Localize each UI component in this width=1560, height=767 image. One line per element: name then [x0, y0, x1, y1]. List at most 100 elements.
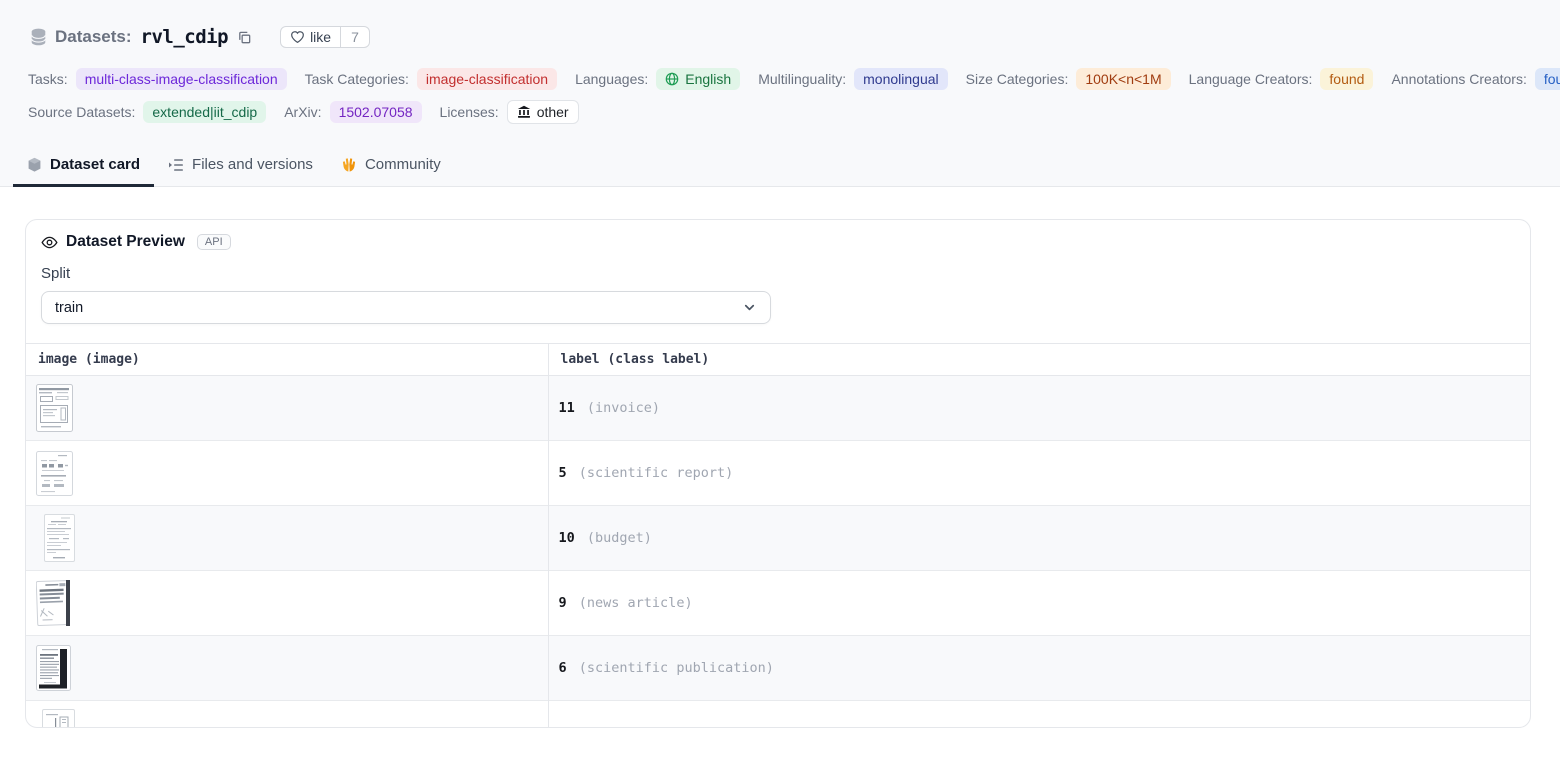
main-content: Dataset Preview API Split train image (i… — [0, 219, 1560, 728]
tag-pill-arxiv[interactable]: 1502.07058 — [330, 101, 422, 123]
tag-group-task-categories: Task Categories: image-classification — [305, 68, 557, 90]
eye-icon — [41, 235, 58, 250]
tag-group-multilinguality: Multilinguality: monolingual — [758, 68, 947, 90]
table-row: 11 (invoice) — [26, 376, 1530, 441]
community-hands-icon — [341, 157, 357, 173]
cube-icon — [27, 157, 42, 173]
table-header-row: image (image) label (class label) — [26, 344, 1530, 376]
label-cell: 10 (budget) — [548, 506, 1530, 571]
tag-group-licenses: Licenses: other — [440, 100, 579, 124]
table-row: 10 (budget) — [26, 506, 1530, 571]
label-class-name: (budget) — [587, 530, 652, 546]
tag-label-tasks: Tasks: — [28, 71, 68, 87]
label-value: 5 — [559, 465, 567, 481]
image-cell — [26, 701, 548, 729]
label-class-name: (scientific publication) — [579, 660, 774, 676]
tag-group-annotations-creators: Annotations Creators: found — [1391, 68, 1560, 90]
document-thumbnail-partial — [42, 709, 75, 728]
page-title: rvl_cdip — [141, 26, 229, 48]
tab-bar: Dataset card Files and versions Communit… — [0, 148, 1560, 187]
split-label: Split — [41, 265, 1515, 282]
tag-pill-tasks[interactable]: multi-class-image-classification — [76, 68, 287, 90]
tab-community-label: Community — [365, 156, 441, 173]
tab-dataset-card-label: Dataset card — [50, 156, 140, 173]
tag-pill-licenses[interactable]: other — [507, 100, 579, 124]
table-row: 6 (scientific publication) — [26, 636, 1530, 701]
column-header-label: label (class label) — [548, 344, 1530, 376]
api-badge[interactable]: API — [197, 234, 231, 250]
preview-title: Dataset Preview — [66, 233, 185, 251]
tag-pill-languages[interactable]: English — [656, 68, 740, 90]
tag-label-task-categories: Task Categories: — [305, 71, 409, 87]
column-header-image: image (image) — [26, 344, 548, 376]
like-button[interactable]: like — [281, 27, 340, 47]
table-row: 9 (news article) — [26, 571, 1530, 636]
label-class-name: (invoice) — [587, 400, 660, 416]
like-widget: like 7 — [280, 26, 370, 48]
tag-group-size-categories: Size Categories: 100K<n<1M — [966, 68, 1171, 90]
tag-group-language-creators: Language Creators: found — [1189, 68, 1374, 90]
label-value: 11 — [559, 400, 575, 416]
table-row: 5 (scientific report) — [26, 441, 1530, 506]
tab-files-and-versions-label: Files and versions — [192, 156, 313, 173]
tag-pill-languages-label: English — [685, 71, 731, 87]
tag-label-size-categories: Size Categories: — [966, 71, 1069, 87]
title-row: Datasets: rvl_cdip like 7 — [0, 26, 1560, 48]
tag-label-languages: Languages: — [575, 71, 648, 87]
chevron-down-icon — [742, 300, 757, 315]
tag-label-annotations-creators: Annotations Creators: — [1391, 71, 1526, 87]
tab-files-and-versions[interactable]: Files and versions — [154, 148, 327, 186]
card-head: Dataset Preview API Split train — [26, 220, 1530, 324]
dataset-preview-card: Dataset Preview API Split train image (i… — [25, 219, 1531, 728]
label-cell: 9 (news article) — [548, 571, 1530, 636]
tags-row-2: Source Datasets: extended|iit_cdip ArXiv… — [0, 100, 1560, 124]
page-header: Datasets: rvl_cdip like 7 Tasks: multi-c… — [0, 0, 1560, 187]
table-row — [26, 701, 1530, 729]
tab-community[interactable]: Community — [327, 148, 455, 186]
tag-label-source-datasets: Source Datasets: — [28, 104, 135, 120]
database-icon — [30, 28, 47, 46]
tag-group-source-datasets: Source Datasets: extended|iit_cdip — [28, 101, 266, 123]
tag-pill-language-creators[interactable]: found — [1320, 68, 1373, 90]
tag-pill-multilinguality[interactable]: monolingual — [854, 68, 948, 90]
label-value: 9 — [559, 595, 567, 611]
tags-row-1: Tasks: multi-class-image-classification … — [0, 68, 1560, 90]
document-thumbnail-news-article — [36, 580, 72, 626]
tag-group-tasks: Tasks: multi-class-image-classification — [28, 68, 287, 90]
tag-label-language-creators: Language Creators: — [1189, 71, 1313, 87]
label-cell — [548, 701, 1530, 729]
label-cell: 6 (scientific publication) — [548, 636, 1530, 701]
document-thumbnail-scientific-report — [36, 451, 73, 496]
tag-group-languages: Languages: English — [575, 68, 740, 90]
label-cell: 5 (scientific report) — [548, 441, 1530, 506]
label-cell: 11 (invoice) — [548, 376, 1530, 441]
tag-label-licenses: Licenses: — [440, 104, 499, 120]
label-value: 10 — [559, 530, 575, 546]
image-cell — [26, 441, 548, 506]
tag-group-arxiv: ArXiv: 1502.07058 — [284, 101, 421, 123]
image-cell — [26, 636, 548, 701]
image-cell — [26, 376, 548, 441]
tag-pill-source-datasets[interactable]: extended|iit_cdip — [143, 101, 266, 123]
tag-pill-size-categories[interactable]: 100K<n<1M — [1076, 68, 1170, 90]
files-versions-icon — [168, 158, 184, 172]
tag-pill-annotations-creators[interactable]: found — [1535, 68, 1560, 90]
label-class-name: (news article) — [579, 595, 693, 611]
image-cell — [26, 506, 548, 571]
tag-label-arxiv: ArXiv: — [284, 104, 321, 120]
document-thumbnail-budget — [44, 514, 75, 562]
copy-icon[interactable] — [235, 28, 254, 47]
globe-icon — [665, 72, 679, 86]
split-select[interactable]: train — [41, 291, 771, 324]
tag-pill-task-categories[interactable]: image-classification — [417, 68, 557, 90]
like-label: like — [310, 29, 331, 45]
document-thumbnail-scientific-publication — [36, 645, 71, 691]
heart-icon — [290, 30, 305, 44]
preview-table: image (image) label (class label) 11 (in… — [26, 343, 1530, 728]
breadcrumb[interactable]: Datasets: — [55, 27, 132, 47]
tag-pill-licenses-label: other — [537, 104, 569, 120]
like-count[interactable]: 7 — [340, 27, 369, 47]
split-select-value: train — [55, 300, 83, 316]
image-cell — [26, 571, 548, 636]
tab-dataset-card[interactable]: Dataset card — [13, 148, 154, 186]
